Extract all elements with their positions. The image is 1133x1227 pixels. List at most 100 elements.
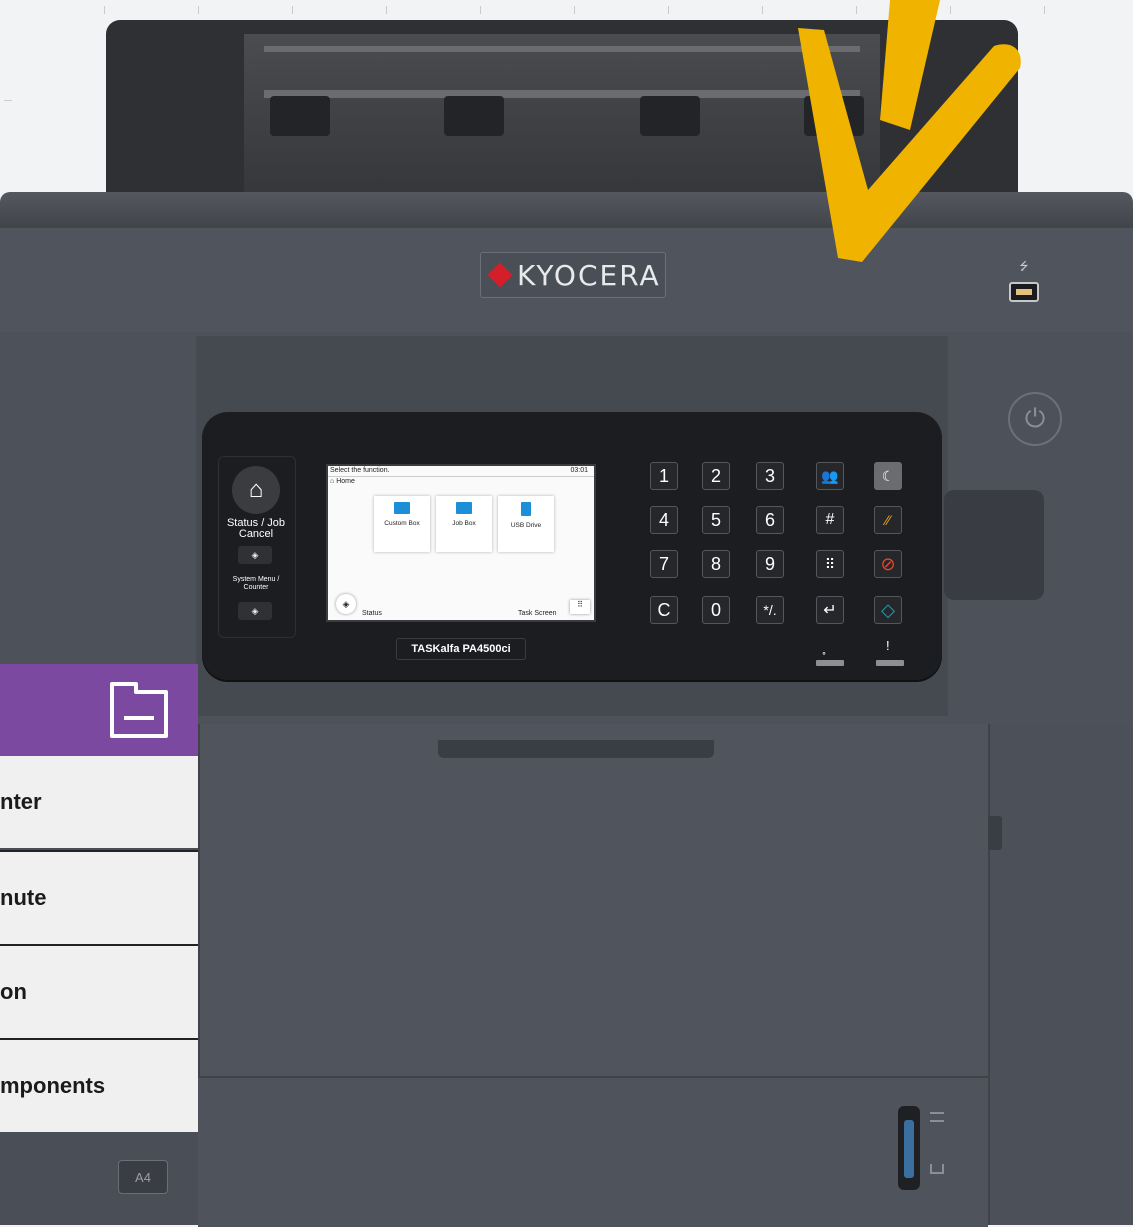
menu-item-printer[interactable]: nter [0,756,198,848]
ruler-tick [574,6,575,14]
key-3[interactable]: 3 [756,462,784,490]
key-symbol[interactable]: */. [756,596,784,624]
screen-header: Select the function. 03:01 [328,466,594,477]
screen-task-label: Task Screen [518,610,557,617]
drawer-handle[interactable] [438,740,714,758]
screen-prompt: Select the function. [330,467,390,474]
menu-item-label: on [0,979,27,1004]
key-5[interactable]: 5 [702,506,730,534]
ruler-tick [4,100,12,101]
menu-grid-button[interactable]: ⠿ [816,550,844,578]
key-0[interactable]: 0 [702,596,730,624]
paper-level-fill [904,1120,914,1178]
home-button[interactable]: ⌂ [232,466,280,514]
menu-item-on[interactable]: on [0,946,198,1038]
key-2[interactable]: 2 [702,462,730,490]
start-button[interactable]: ◇ [874,596,902,624]
full-level-mark [930,1112,944,1122]
ruler-tick [386,6,387,14]
start-icon: ◇ [881,599,895,620]
task-screen-button[interactable]: ⠿ [570,600,590,614]
brand-logo: KYOCERA [480,252,666,298]
system-menu-counter-button[interactable]: ◈ [238,602,272,620]
home-icon: ⌂ [248,476,264,503]
tile-label: Job Box [452,520,476,527]
screen-time: 03:01 [570,467,588,474]
user-login-button[interactable]: 👥 [816,462,844,490]
model-name: TASKalfa PA4500ci [396,638,526,660]
attention-led-label: ! [886,638,890,653]
power-button[interactable]: ⏻ [1008,392,1062,446]
ruler-tick [1044,6,1045,14]
key-8[interactable]: 8 [702,550,730,578]
breadcrumb-label: Home [336,478,355,485]
touch-screen[interactable]: Select the function. 03:01 ⌂ Home Custom… [326,464,596,622]
key-4[interactable]: 4 [650,506,678,534]
tile-job-box[interactable]: Job Box [436,496,492,552]
paper-drawer-1[interactable] [198,724,990,1084]
empty-level-mark [930,1164,944,1174]
interrupt-button[interactable]: ⁄⁄ [874,506,902,534]
hash-icon: # [825,511,835,528]
menu-item-per-minute[interactable]: nute [0,852,198,944]
job-box-icon [456,502,472,514]
processing-led [816,660,844,666]
tray-clip [270,96,330,136]
enter-icon: ↵ [823,602,837,619]
ruler-tick [480,6,481,14]
brand-name: KYOCERA [517,258,661,292]
tray-rail [264,90,860,98]
check-mark-icon [798,0,1021,262]
key-1[interactable]: 1 [650,462,678,490]
menu-item-label: nute [0,885,47,910]
ruler-tick [668,6,669,14]
stop-button[interactable]: ⊘ [874,550,902,578]
ruler-tick [292,6,293,14]
printer-icon [110,682,168,738]
usb-port[interactable] [1009,282,1039,302]
attention-led [876,660,904,666]
paper-size-badge: A4 [118,1160,168,1194]
tray-clip [444,96,504,136]
menu-item-label: nter [0,789,42,814]
side-grip [944,490,1044,600]
system-menu-counter-label: System Menu / Counter [232,576,280,591]
grid-icon: ⠿ [824,555,836,572]
feature-menu: nter nute on mponents [0,664,198,1132]
status-job-cancel-button[interactable]: ◈ [238,546,272,564]
status-screen-button[interactable]: ◈ [336,594,356,614]
paper-drawer-2[interactable] [198,1076,988,1227]
power-icon: ⏻ [1024,403,1046,433]
sleep-button[interactable]: ☾ [874,462,902,490]
ruler-tick [198,6,199,14]
paper-level-gauge [898,1106,920,1190]
menu-item-components[interactable]: mponents [0,1040,198,1132]
interrupt-icon: ⁄⁄ [885,512,891,528]
key-9[interactable]: 9 [756,550,784,578]
user-login-icon: 👥 [821,467,839,484]
ruler-tick [762,6,763,14]
key-6[interactable]: 6 [756,506,784,534]
right-side-panel [988,724,1133,1225]
key-clear[interactable]: C [650,596,678,624]
ruler-tick [104,6,105,14]
tile-label: Custom Box [384,520,420,527]
stop-icon: ⊘ [880,553,896,574]
side-latch[interactable] [988,816,1002,850]
screen-breadcrumb: ⌂ Home [330,478,355,485]
menu-item-label: mponents [0,1073,106,1098]
enter-button[interactable]: ↵ [816,596,844,624]
status-job-cancel-label: Status / Job Cancel [226,517,286,540]
tile-usb-drive[interactable]: USB Drive [498,496,554,552]
hash-button[interactable]: # [816,506,844,534]
brand-logo-mark [487,262,513,288]
usb-drive-icon [521,502,531,516]
key-7[interactable]: 7 [650,550,678,578]
tray-clip [640,96,700,136]
moon-icon: ☾ [881,467,895,484]
menu-header [0,664,198,756]
tile-label: USB Drive [510,522,542,529]
screen-status-label: Status [362,610,382,617]
tray-rail [264,46,860,52]
tile-custom-box[interactable]: Custom Box [374,496,430,552]
